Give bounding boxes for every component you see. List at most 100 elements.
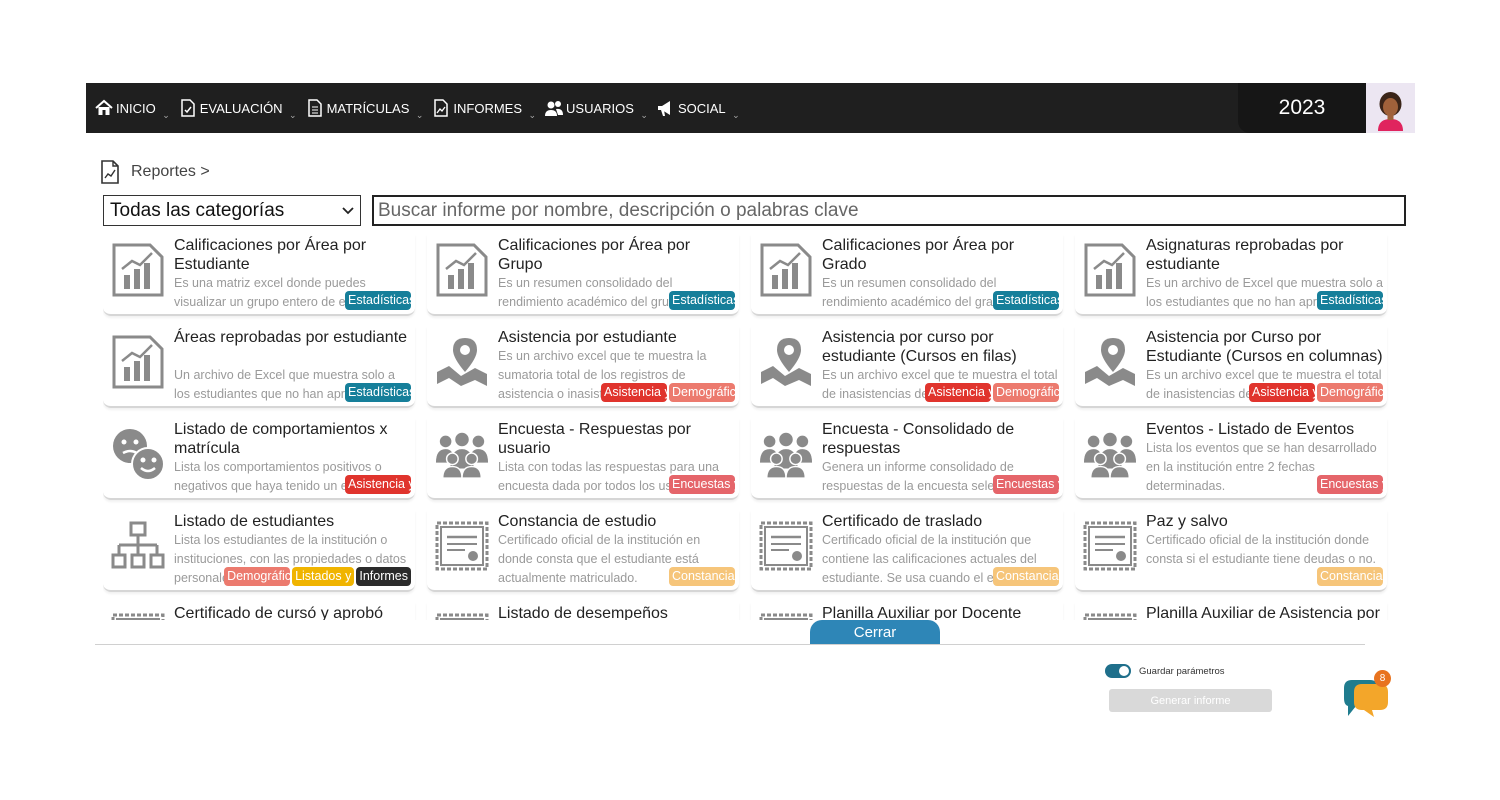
category-badge: Constancias: [1317, 567, 1383, 586]
chart-icon: [759, 242, 813, 298]
category-badge: Estadísticas: [345, 291, 411, 310]
report-icon: [431, 98, 451, 118]
category-badge: Estadísticas: [345, 383, 411, 402]
report-card[interactable]: Calificaciones por Área por Grupo Es un r…: [427, 234, 739, 316]
nav-item-label: MATRÍCULAS: [326, 100, 410, 116]
group-icon: [1083, 426, 1137, 482]
chevron-down-icon: [342, 206, 354, 214]
report-tags: Estadísticas: [345, 291, 411, 310]
report-title: Áreas reprobadas por estudiante: [174, 329, 408, 346]
top-navbar: INICIO ⌄ EVALUACIÓN ⌄ MATRÍCULAS ⌄ INFORMES ⌄ US…: [86, 83, 1415, 133]
nav-menu: INICIO ⌄ EVALUACIÓN ⌄ MATRÍCULAS ⌄ INFORMES ⌄ US…: [94, 83, 748, 133]
map-pin-icon: [1083, 334, 1137, 390]
report-card[interactable]: Eventos - Listado de Eventos Lista los ev…: [1075, 418, 1387, 500]
group-icon: [759, 426, 813, 482]
report-card[interactable]: Listado de desempeños: [427, 602, 739, 620]
category-badge: Estadísticas: [1317, 291, 1383, 310]
generate-report-button[interactable]: Generar informe: [1109, 689, 1272, 712]
category-badge: Demográficos: [1317, 383, 1383, 402]
nav-item-inicio[interactable]: INICIO ⌄: [94, 98, 170, 120]
users-icon: [544, 98, 564, 118]
report-title: Planilla Auxiliar por Docente: [822, 605, 1022, 620]
report-card[interactable]: Encuesta - Consolidado de respuestas Gene…: [751, 418, 1063, 500]
certificate-icon: [1083, 610, 1137, 620]
report-card[interactable]: Listado de estudiantes Lista los estudian…: [103, 510, 415, 592]
report-tags: Estadísticas: [345, 383, 411, 402]
generate-label: Generar informe: [1150, 694, 1231, 707]
report-title: Encuesta - Respuestas por usuario: [498, 421, 691, 457]
report-card[interactable]: Asistencia por estudiante Es un archivo e…: [427, 326, 739, 408]
nav-item-matriculas[interactable]: MATRÍCULAS ⌄: [305, 98, 423, 120]
report-card[interactable]: Constancia de estudio Certificado oficial…: [427, 510, 739, 592]
category-badge: Asistencia y: [1249, 383, 1315, 402]
nav-item-social[interactable]: SOCIAL ⌄: [656, 98, 740, 120]
chart-icon: [111, 242, 165, 298]
chat-count: 8: [1379, 673, 1386, 684]
close-label: Cerrar: [853, 623, 897, 641]
report-doc-icon: [101, 160, 119, 184]
evaluation-icon: [178, 98, 198, 118]
save-params-label: Guardar parámetros: [1139, 665, 1225, 677]
search-input[interactable]: [372, 195, 1406, 226]
report-tags: Estadísticas: [993, 291, 1059, 310]
report-title: Asistencia por curso por estudiante (Cur…: [822, 329, 1017, 365]
certificate-icon: [435, 610, 489, 620]
report-tags: Asistencia yDemográficos: [1249, 383, 1383, 402]
report-card[interactable]: Calificaciones por Área por Grado Es un r…: [751, 234, 1063, 316]
category-badge: Demográficos: [224, 567, 291, 586]
certificate-icon: [1083, 518, 1137, 574]
category-selected: Todas las categorías: [110, 199, 285, 221]
report-card[interactable]: Planilla Auxiliar por Docente: [751, 602, 1063, 620]
report-tags: Asistencia yDemográficos: [601, 383, 735, 402]
report-card[interactable]: Encuesta - Respuestas por usuario Lista c…: [427, 418, 739, 500]
report-tags: Encuestas y: [993, 475, 1059, 494]
category-badge: Estadísticas: [669, 291, 735, 310]
category-badge: Encuestas y: [993, 475, 1059, 494]
nav-item-evaluacion[interactable]: EVALUACIÓN ⌄: [178, 98, 297, 120]
chevron-down-icon: ⌄: [528, 110, 537, 120]
breadcrumb: Reportes >: [100, 160, 210, 184]
report-card[interactable]: Paz y salvo Certificado oficial de la ins…: [1075, 510, 1387, 592]
report-card[interactable]: Listado de comportamientos x matrícula Li…: [103, 418, 415, 500]
nav-item-label: SOCIAL: [677, 100, 726, 116]
report-card[interactable]: Planilla Auxiliar de Asistencia por: [1075, 602, 1387, 620]
document-icon: [305, 98, 325, 118]
report-tags: Constancias: [669, 567, 735, 586]
nav-item-label: USUARIOS: [566, 100, 634, 116]
report-tags: DemográficosListados yInformes: [224, 567, 411, 586]
report-title: Listado de estudiantes: [174, 513, 335, 530]
nav-item-usuarios[interactable]: USUARIOS ⌄: [544, 98, 648, 120]
home-icon: [94, 98, 114, 118]
save-params-toggle[interactable]: [1105, 664, 1131, 678]
report-card[interactable]: Certificado de cursó y aprobó: [103, 602, 415, 620]
category-badge: Encuestas y: [669, 475, 735, 494]
report-tags: Constancias: [1317, 567, 1383, 586]
school-year[interactable]: 2023: [1238, 83, 1366, 133]
chevron-down-icon: ⌄: [732, 110, 740, 120]
category-badge: Demográficos: [669, 383, 735, 402]
report-title: Paz y salvo: [1146, 513, 1228, 530]
report-title: Encuesta - Consolidado de respuestas: [822, 421, 1015, 457]
report-card[interactable]: Áreas reprobadas por estudiante Un archiv…: [103, 326, 415, 408]
report-card[interactable]: Asignaturas reprobadas por estudiante Es …: [1075, 234, 1387, 316]
close-button[interactable]: Cerrar: [810, 620, 940, 644]
category-badge: Constancias: [669, 567, 735, 586]
report-card[interactable]: Certificado de traslado Certificado ofici…: [751, 510, 1063, 592]
report-tags: Estadísticas: [669, 291, 735, 310]
report-card[interactable]: Calificaciones por Área por Estudiante Es…: [103, 234, 415, 316]
user-avatar-icon: [1366, 83, 1415, 133]
chevron-down-icon: ⌄: [289, 110, 297, 120]
report-tags: Encuestas y: [1317, 475, 1383, 494]
certificate-icon: [759, 610, 813, 620]
avatar[interactable]: [1366, 83, 1415, 133]
toggle-knob: [1119, 666, 1129, 676]
report-title: Listado de comportamientos x matrícula: [174, 421, 388, 457]
report-card[interactable]: Asistencia por Curso por Estudiante (Cur…: [1075, 326, 1387, 408]
nav-item-informes[interactable]: INFORMES ⌄: [431, 98, 536, 120]
breadcrumb-label[interactable]: Reportes >: [131, 163, 210, 181]
report-card[interactable]: Asistencia por curso por estudiante (Cur…: [751, 326, 1063, 408]
report-grid: Calificaciones por Área por Estudiante Es…: [103, 234, 1393, 620]
category-select[interactable]: Todas las categorías: [103, 195, 361, 226]
report-title: Eventos - Listado de Eventos: [1146, 421, 1355, 438]
report-tags: Estadísticas: [1317, 291, 1383, 310]
